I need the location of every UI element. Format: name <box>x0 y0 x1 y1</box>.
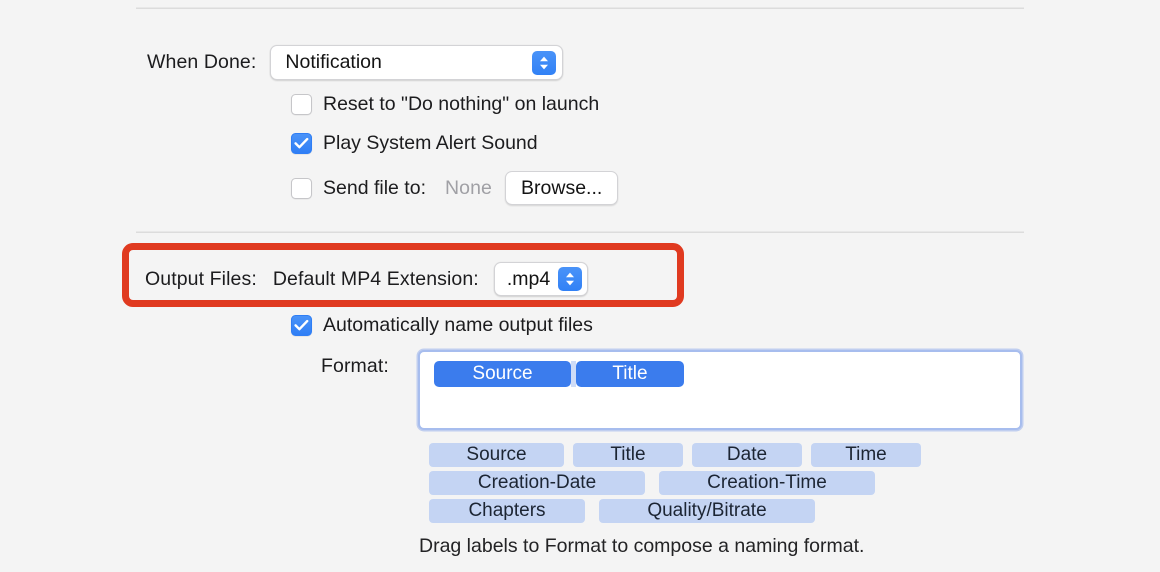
when-done-label: When Done: <box>147 51 256 74</box>
reset-on-launch-row[interactable]: Reset to "Do nothing" on launch <box>291 93 599 116</box>
drag-label-quality-bitrate[interactable]: Quality/Bitrate <box>599 499 815 523</box>
available-labels-row-3: Chapters Quality/Bitrate <box>429 499 815 523</box>
browse-button[interactable]: Browse... <box>505 171 618 205</box>
when-done-row: When Done: Notification <box>147 45 563 80</box>
play-alert-sound-row[interactable]: Play System Alert Sound <box>291 132 538 155</box>
when-done-select[interactable]: Notification <box>270 45 563 80</box>
send-file-to-value: None <box>445 177 492 200</box>
play-alert-sound-label: Play System Alert Sound <box>323 132 538 155</box>
available-labels-row-1: Source Title Date Time <box>429 443 921 467</box>
drag-label-creation-date[interactable]: Creation-Date <box>429 471 645 495</box>
reset-on-launch-checkbox[interactable] <box>291 94 312 115</box>
format-token-source[interactable]: Source <box>434 361 571 387</box>
chevron-up-down-icon[interactable] <box>532 51 556 75</box>
default-mp4-extension-select[interactable]: .mp4 <box>494 262 588 296</box>
auto-name-output-files-row[interactable]: Automatically name output files <box>291 314 593 337</box>
available-labels-row-2: Creation-Date Creation-Time <box>429 471 875 495</box>
format-label: Format: <box>321 355 389 378</box>
format-token-field[interactable]: Source Title <box>418 350 1022 430</box>
output-files-section-label: Output Files: <box>145 268 257 291</box>
format-hint-text: Drag labels to Format to compose a namin… <box>419 535 864 558</box>
default-mp4-extension-label: Default MP4 Extension: <box>273 268 479 291</box>
play-alert-sound-checkbox[interactable] <box>291 133 312 154</box>
send-file-to-row: Send file to: None Browse... <box>291 171 618 205</box>
auto-name-output-files-checkbox[interactable] <box>291 315 312 336</box>
auto-name-output-files-label: Automatically name output files <box>323 314 593 337</box>
default-mp4-extension-value: .mp4 <box>507 268 550 291</box>
format-token-title[interactable]: Title <box>576 361 684 387</box>
drag-label-date[interactable]: Date <box>692 443 802 467</box>
drag-label-time[interactable]: Time <box>811 443 921 467</box>
drag-label-title[interactable]: Title <box>573 443 683 467</box>
section-divider-middle <box>136 231 1024 233</box>
drag-label-source[interactable]: Source <box>429 443 564 467</box>
section-divider-top <box>136 7 1024 9</box>
format-row: Format: <box>321 355 389 378</box>
chevron-up-down-icon[interactable] <box>558 267 582 291</box>
send-file-to-label: Send file to: <box>323 177 426 200</box>
send-file-to-checkbox[interactable] <box>291 178 312 199</box>
checkmark-icon <box>294 137 309 150</box>
reset-on-launch-label: Reset to "Do nothing" on launch <box>323 93 599 116</box>
when-done-selected-value: Notification <box>285 51 381 74</box>
checkmark-icon <box>294 319 309 332</box>
drag-label-creation-time[interactable]: Creation-Time <box>659 471 875 495</box>
drag-label-chapters[interactable]: Chapters <box>429 499 585 523</box>
output-files-row: Output Files: Default MP4 Extension: .mp… <box>145 262 588 296</box>
